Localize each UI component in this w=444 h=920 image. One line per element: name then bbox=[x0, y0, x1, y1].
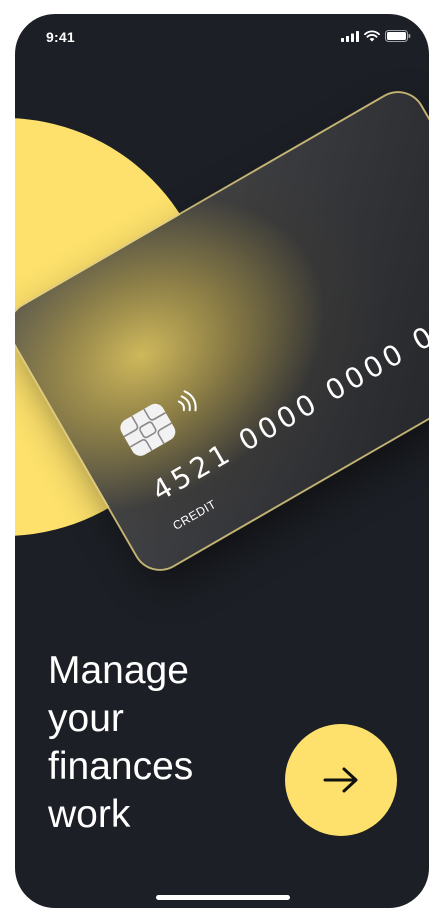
next-button[interactable] bbox=[285, 724, 397, 836]
headline-line: Manage bbox=[48, 649, 189, 692]
phone-screen: 9:41 4521 0000 0000 0000 CREDIT Manage y… bbox=[15, 14, 429, 908]
home-indicator bbox=[156, 895, 290, 900]
card-type-label: CREDIT bbox=[170, 496, 219, 533]
headline: Manage your finances work bbox=[48, 647, 278, 839]
arrow-right-icon bbox=[323, 767, 358, 793]
status-icons bbox=[341, 30, 411, 42]
status-bar: 9:41 bbox=[15, 14, 429, 58]
card-chip-icon bbox=[117, 400, 179, 460]
headline-line: work bbox=[48, 793, 131, 836]
wifi-icon bbox=[364, 30, 380, 42]
credit-card: 4521 0000 0000 0000 CREDIT bbox=[15, 83, 429, 579]
headline-line: your bbox=[48, 697, 124, 740]
battery-icon bbox=[385, 30, 411, 42]
cellular-signal-icon bbox=[341, 30, 359, 42]
headline-line: finances bbox=[48, 745, 194, 788]
status-time: 9:41 bbox=[46, 29, 75, 45]
contactless-icon bbox=[172, 385, 207, 423]
